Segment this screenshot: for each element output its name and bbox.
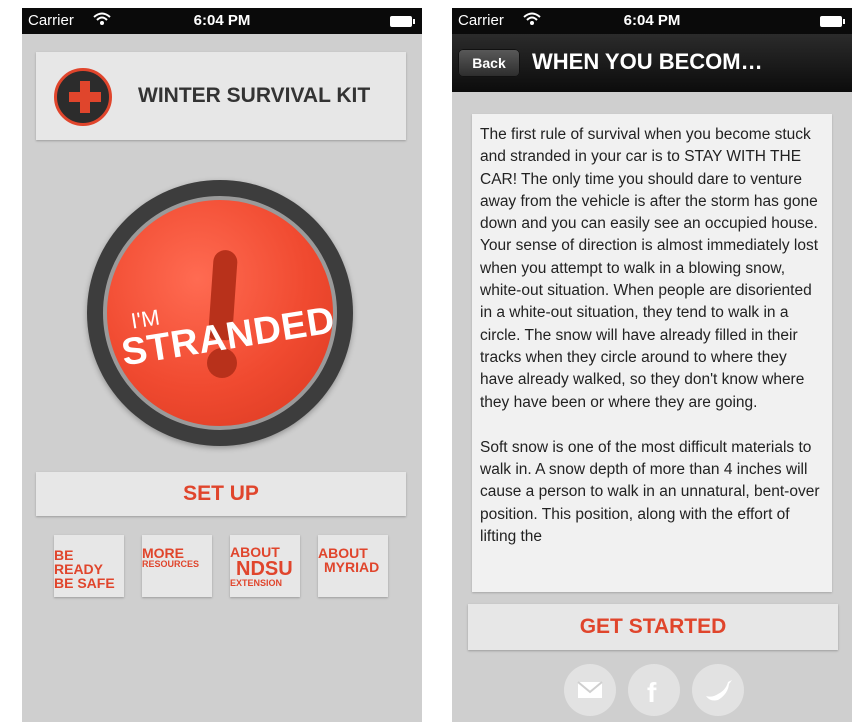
tile-label-line1: ABOUT xyxy=(230,544,280,560)
tile-label-line3: EXTENSION xyxy=(230,578,283,588)
tile-about-ndsu-extension[interactable]: ABOUT NDSU EXTENSION xyxy=(230,535,300,597)
facebook-icon[interactable]: f xyxy=(628,664,680,716)
tile-row: BE READY BE SAFE MORE RESOURCES ABOUT ND… xyxy=(54,535,390,597)
status-bar: Carrier 6:04 PM xyxy=(22,8,422,34)
stranded-button[interactable]: I'M STRANDED xyxy=(87,180,353,446)
tile-more-resources[interactable]: MORE RESOURCES xyxy=(142,535,212,597)
twitter-icon[interactable] xyxy=(692,664,744,716)
battery-icon xyxy=(390,16,415,27)
page-title: WHEN YOU BECOM… xyxy=(532,49,763,74)
setup-button[interactable]: SET UP xyxy=(36,472,406,516)
app-header: WINTER SURVIVAL KIT xyxy=(36,52,406,140)
stranded-button-face[interactable]: I'M STRANDED xyxy=(103,196,337,430)
clock: 6:04 PM xyxy=(623,12,681,29)
tile-label-line1: MORE xyxy=(142,545,184,561)
back-button[interactable]: Back xyxy=(458,49,520,77)
article-paragraph: The first rule of survival when you beco… xyxy=(480,126,818,411)
tile-label-line1: ABOUT xyxy=(318,545,368,561)
app-title: WINTER SURVIVAL KIT xyxy=(138,84,371,107)
detail-screen: Carrier 6:04 PM Back WHEN YOU BECOM… The… xyxy=(452,8,852,722)
red-cross-logo-icon xyxy=(54,68,112,126)
tile-be-ready-be-safe[interactable]: BE READY BE SAFE xyxy=(54,535,124,597)
get-started-button[interactable]: GET STARTED xyxy=(468,604,838,650)
tile-label-line2: NDSU xyxy=(236,558,293,580)
article-paragraph: Soft snow is one of the most difficult m… xyxy=(480,438,820,546)
tile-label-line2: RESOURCES xyxy=(142,559,200,569)
tile-label-line2: BE SAFE xyxy=(54,575,115,591)
clock: 6:04 PM xyxy=(193,12,251,29)
battery-icon xyxy=(820,16,845,27)
article-text-panel[interactable]: The first rule of survival when you beco… xyxy=(472,114,832,592)
tile-label-line1: BE READY xyxy=(54,547,104,577)
nav-bar: Back WHEN YOU BECOM… xyxy=(452,34,852,92)
tile-about-myriad[interactable]: ABOUT MYRIAD xyxy=(318,535,388,597)
email-icon[interactable] xyxy=(564,664,616,716)
svg-text:f: f xyxy=(647,677,657,708)
home-screen: Carrier 6:04 PM WINTER SURVIVAL KIT I'M … xyxy=(22,8,422,722)
tile-label-line2: MYRIAD xyxy=(324,559,380,575)
status-bar: Carrier 6:04 PM xyxy=(452,8,852,34)
